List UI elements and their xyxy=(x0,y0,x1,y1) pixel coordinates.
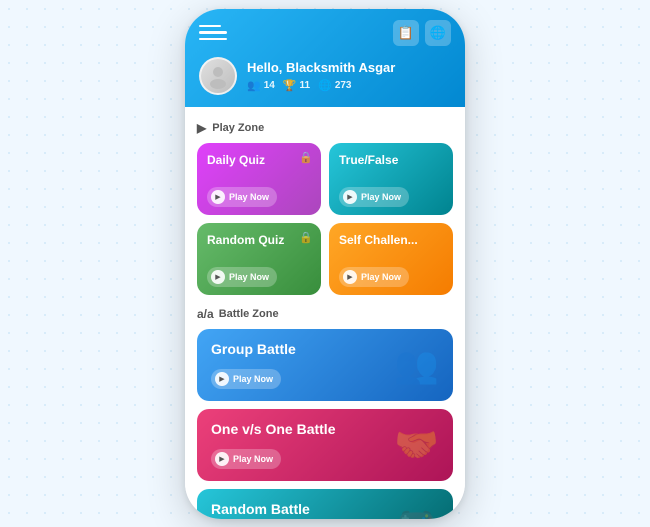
self-challenge-play-label: Play Now xyxy=(361,272,401,282)
bookmark-icon-btn[interactable]: 📋 xyxy=(393,20,419,46)
play-circle-icon: ▶ xyxy=(343,270,357,284)
user-info: Hello, Blacksmith Asgar 👥 14 🏆 11 🌐 273 xyxy=(247,60,451,92)
header-top: 📋 🌐 xyxy=(199,19,451,47)
true-false-title: True/False xyxy=(339,153,443,167)
lock-icon: 🔒 xyxy=(299,231,313,244)
stat-points-value: 273 xyxy=(335,80,352,91)
true-false-play-btn[interactable]: ▶ Play Now xyxy=(339,187,409,207)
group-battle-icon: 👥 xyxy=(394,347,439,383)
greeting-text: Hello, Blacksmith Asgar xyxy=(247,60,451,75)
lock-icon: 🔒 xyxy=(299,151,313,164)
random-quiz-play-label: Play Now xyxy=(229,272,269,282)
self-challenge-title: Self Challen... xyxy=(339,233,443,247)
stat-points: 🌐 273 xyxy=(318,79,351,92)
play-circle-icon: ▶ xyxy=(343,190,357,204)
random-battle-card[interactable]: Random Battle ▶ Play Now 🎮 xyxy=(197,489,453,519)
true-false-card[interactable]: True/False ▶ Play Now xyxy=(329,143,453,215)
random-quiz-title: Random Quiz xyxy=(207,233,311,247)
daily-quiz-play-label: Play Now xyxy=(229,192,269,202)
daily-quiz-play-btn[interactable]: ▶ Play Now xyxy=(207,187,277,207)
phone-frame: 📋 🌐 Hello, Blacksmith Asgar 👥 14 xyxy=(185,9,465,519)
random-quiz-card[interactable]: Random Quiz 🔒 ▶ Play Now xyxy=(197,223,321,295)
daily-quiz-card[interactable]: Daily Quiz 🔒 ▶ Play Now xyxy=(197,143,321,215)
stats-row: 👥 14 🏆 11 🌐 273 xyxy=(247,79,451,92)
main-content: ▶ Play Zone Daily Quiz 🔒 ▶ Play Now True… xyxy=(185,107,465,519)
group-battle-play-btn[interactable]: ▶ Play Now xyxy=(211,369,281,389)
one-vs-one-play-label: Play Now xyxy=(233,454,273,464)
stat-followers-value: 14 xyxy=(264,80,275,91)
group-battle-card[interactable]: Group Battle ▶ Play Now 👥 xyxy=(197,329,453,401)
self-challenge-play-btn[interactable]: ▶ Play Now xyxy=(339,267,409,287)
menu-icon[interactable] xyxy=(199,19,227,47)
header: 📋 🌐 Hello, Blacksmith Asgar 👥 14 xyxy=(185,9,465,107)
stat-trophies-value: 11 xyxy=(300,80,311,91)
battle-zone-label: a/a Battle Zone xyxy=(197,307,453,321)
group-battle-play-label: Play Now xyxy=(233,374,273,384)
play-zone-grid: Daily Quiz 🔒 ▶ Play Now True/False ▶ Pla… xyxy=(197,143,453,295)
play-zone-icon: ▶ xyxy=(197,121,206,135)
translate-icon-btn[interactable]: 🌐 xyxy=(425,20,451,46)
battle-zone-icon: a/a xyxy=(197,307,214,321)
battle-zone-text: Battle Zone xyxy=(219,308,279,320)
play-zone-text: Play Zone xyxy=(212,122,264,134)
self-challenge-card[interactable]: Self Challen... ▶ Play Now xyxy=(329,223,453,295)
one-vs-one-icon: 🤝 xyxy=(394,427,439,463)
one-vs-one-card[interactable]: One v/s One Battle ▶ Play Now 🤝 xyxy=(197,409,453,481)
true-false-play-label: Play Now xyxy=(361,192,401,202)
battle-zone-cards: Group Battle ▶ Play Now 👥 One v/s One Ba… xyxy=(197,329,453,519)
followers-icon: 👥 xyxy=(247,79,261,92)
play-circle-icon: ▶ xyxy=(215,372,229,386)
play-circle-icon: ▶ xyxy=(211,270,225,284)
one-vs-one-play-btn[interactable]: ▶ Play Now xyxy=(211,449,281,469)
stat-followers: 👥 14 xyxy=(247,79,275,92)
user-row: Hello, Blacksmith Asgar 👥 14 🏆 11 🌐 273 xyxy=(199,57,451,95)
play-zone-label: ▶ Play Zone xyxy=(197,121,453,135)
play-circle-icon: ▶ xyxy=(215,452,229,466)
random-quiz-play-btn[interactable]: ▶ Play Now xyxy=(207,267,277,287)
header-icons: 📋 🌐 xyxy=(393,20,451,46)
stat-trophies: 🏆 11 xyxy=(283,79,310,92)
globe-icon: 🌐 xyxy=(318,79,332,92)
avatar xyxy=(199,57,237,95)
random-battle-icon: 🎮 xyxy=(394,507,439,519)
play-circle-icon: ▶ xyxy=(211,190,225,204)
trophy-icon: 🏆 xyxy=(283,79,297,92)
daily-quiz-title: Daily Quiz xyxy=(207,153,311,167)
